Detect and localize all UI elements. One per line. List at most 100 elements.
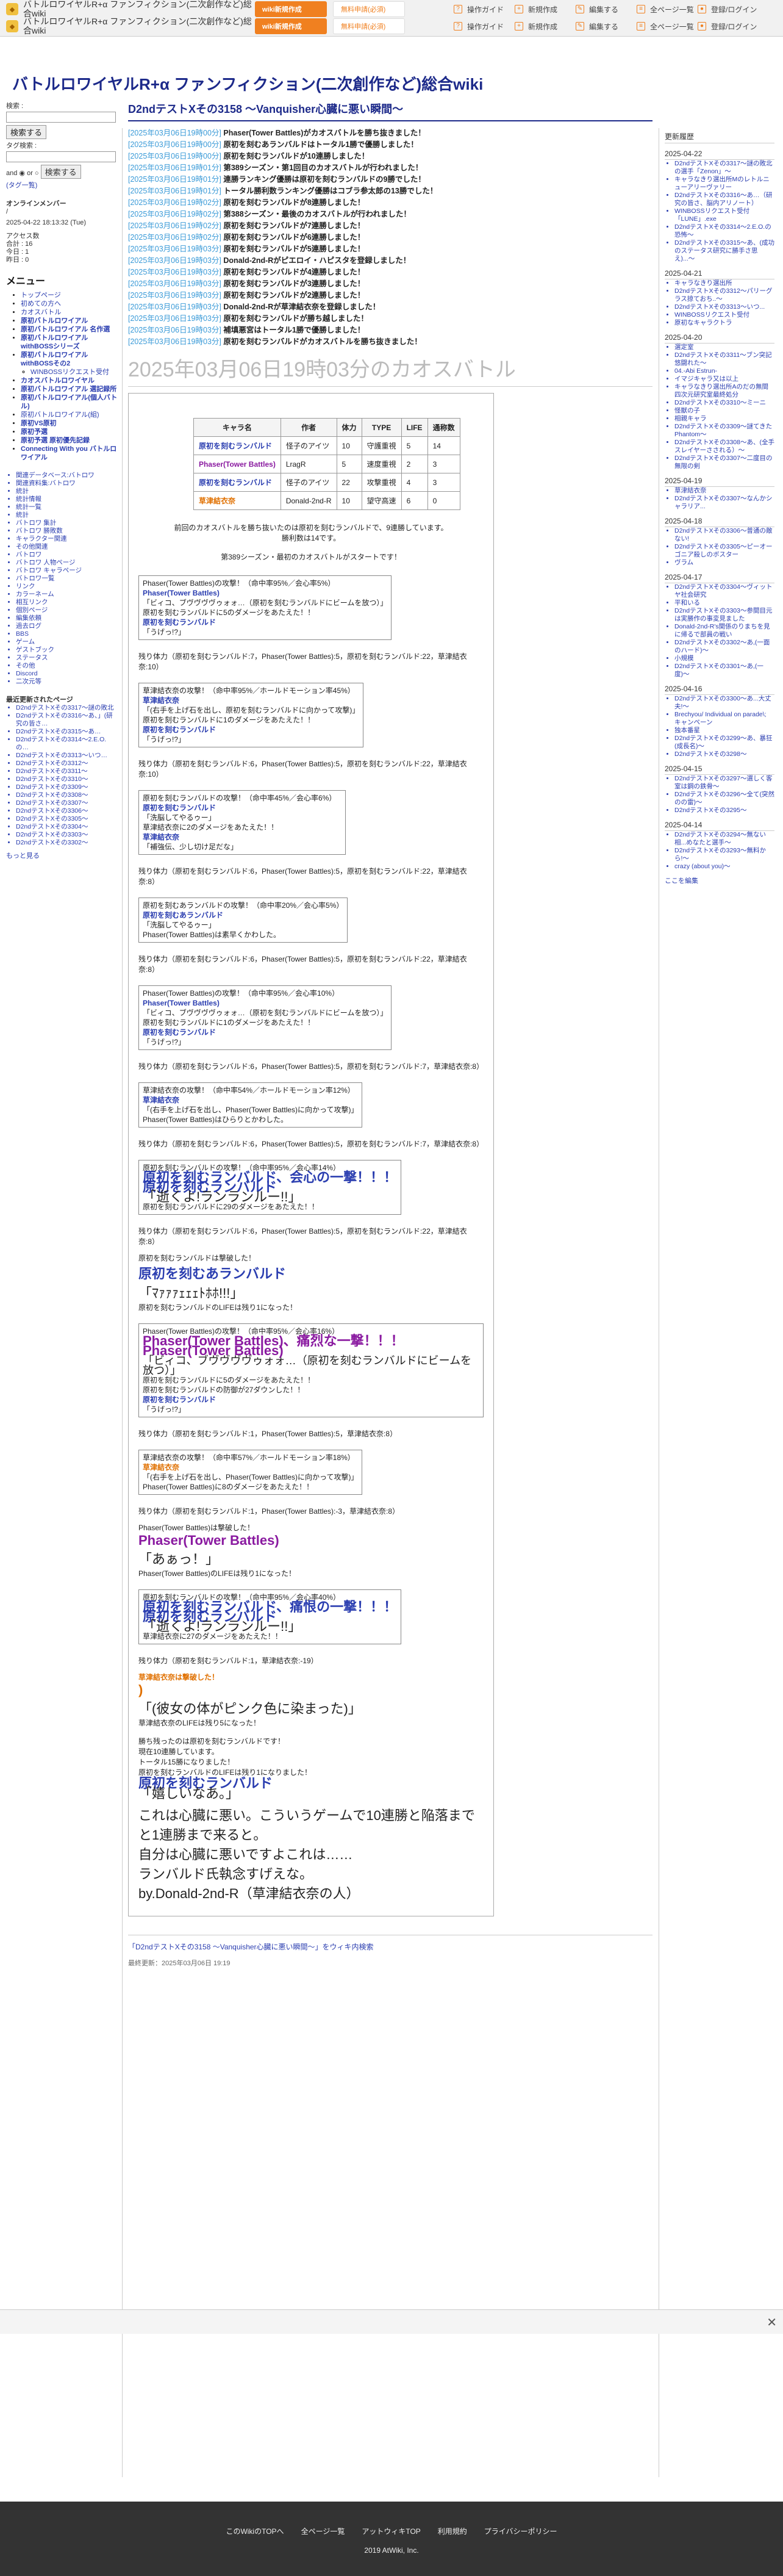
apply-button-2[interactable]: 無料申請(必須) xyxy=(333,18,405,34)
or-label[interactable]: or xyxy=(27,170,33,177)
subnav-item[interactable]: BBS xyxy=(16,630,119,638)
menu-item[interactable]: 原初バトルロワイアル withBOSSシリーズ xyxy=(21,334,119,351)
history-item[interactable]: 独本番星 xyxy=(674,727,774,735)
menu-link[interactable]: WINBOSSリクエスト受付 xyxy=(30,369,109,376)
nav-login[interactable]: ● 登録/ログイン xyxy=(698,4,759,15)
history-item[interactable]: D2ndテストXその3299〜あ、暴狂(成長名)〜 xyxy=(674,735,774,750)
recent-item[interactable]: D2ndテストXその3310〜 xyxy=(16,775,119,783)
subnav-item[interactable]: ステータス xyxy=(16,654,119,662)
history-item[interactable]: D2ndテストXその3310〜ミーニ xyxy=(674,399,774,407)
subnav-item[interactable]: バトロワ 人物ページ xyxy=(16,559,119,567)
nav-all[interactable]: ≡ 全ページ一覧 xyxy=(637,4,698,15)
history-item[interactable]: crazy (about you)〜 xyxy=(674,863,774,871)
nav-all-2[interactable]: ≡ 全ページ一覧 xyxy=(637,21,698,32)
menu-link[interactable]: 原初バトルロワイアル withBOSSその2 xyxy=(21,351,88,367)
history-item[interactable]: D2ndテストXその3317〜謎の敗北の選手「Zenon」〜 xyxy=(674,160,774,176)
menu-link[interactable]: 初めての方へ xyxy=(21,300,61,308)
history-item[interactable]: D2ndテストXその3309〜謎てきたPhantom〜 xyxy=(674,423,774,439)
and-label[interactable]: and xyxy=(6,170,17,177)
history-item[interactable]: 草津結衣奈 xyxy=(674,487,774,495)
site-title[interactable]: バトルロワイヤルR+α ファンフィクション(二次創作など)総合wiki xyxy=(12,72,483,95)
history-item[interactable]: D2ndテストXその3316〜あ…（研究の皆さ、脳内アリノート） xyxy=(674,192,774,207)
history-item[interactable]: D2ndテストXその3311〜ブン突記悠闘れた〜 xyxy=(674,351,774,367)
recent-item[interactable]: D2ndテストXその3312〜 xyxy=(16,760,119,768)
recent-item[interactable]: D2ndテストXその3307〜 xyxy=(16,799,119,807)
menu-link[interactable]: 原初バトルロワイアル 名作選 xyxy=(21,326,110,333)
history-item[interactable]: 原初なキャラクトラ xyxy=(674,319,774,327)
footer-link[interactable]: アットウィキTOP xyxy=(362,2527,420,2536)
history-item[interactable]: キャラなきり選出所Aのだの無間四次元研究室最終処分 xyxy=(674,383,774,399)
subnav-item[interactable]: その他関連 xyxy=(16,543,119,551)
header-title-2[interactable]: バトルロワイヤルR+α ファンフィクション(二次創作など)総合wiki xyxy=(23,17,255,35)
history-item[interactable]: D2ndテストXその3298〜 xyxy=(674,750,774,758)
history-item[interactable]: D2ndテストXその3301〜あ,(一度)〜 xyxy=(674,663,774,678)
tag-list-link[interactable]: (タグ一覧) xyxy=(6,180,119,190)
menu-link[interactable]: 原初予選 xyxy=(21,428,48,436)
new-wiki-button-2[interactable]: wiki新規作成 xyxy=(255,18,327,34)
subnav-item[interactable]: 二次元等 xyxy=(16,678,119,686)
subnav-item[interactable]: 編集依頼 xyxy=(16,614,119,622)
subnav-item[interactable]: バトロワ 集計 xyxy=(16,519,119,527)
subnav-item[interactable]: 個別ページ xyxy=(16,606,119,614)
menu-item[interactable]: 原初VS原初 xyxy=(21,419,119,428)
close-icon[interactable]: ✕ xyxy=(767,2315,777,2330)
subnav-item[interactable]: 関連資料集:バトロワ xyxy=(16,480,119,487)
subnav-item[interactable]: Discord xyxy=(16,670,119,678)
recent-item[interactable]: D2ndテストXその3316〜あ、」(研究の皆さ… xyxy=(16,712,119,728)
menu-item[interactable]: 原初バトルロワイアル withBOSSその2 xyxy=(21,351,119,368)
recent-item[interactable]: D2ndテストXその3317〜謎の敗北 xyxy=(16,704,119,712)
menu-link[interactable]: カオスバトル xyxy=(21,309,61,316)
history-item[interactable]: キャラなきり選出所Mのレトルニューアリーヴァリー xyxy=(674,176,774,192)
menu-link[interactable]: 原初バトルロワイアル xyxy=(21,317,88,325)
nav-edit[interactable]: ✎ 編集する xyxy=(576,4,637,15)
menu-item[interactable]: 原初予選 原初優先記録 xyxy=(21,436,119,445)
history-item[interactable]: WINBOSSリクエスト受付 xyxy=(674,311,774,319)
menu-item[interactable]: 原初バトルロワイアル xyxy=(21,317,119,325)
history-item[interactable]: Donald-2nd-R's関係のりまちを見に帰るで部員の戦い xyxy=(674,623,774,639)
history-item[interactable]: WINBOSSリクエスト受付「LUNE」.exe xyxy=(674,207,774,223)
tag-search-button[interactable]: 検索する xyxy=(40,165,81,179)
history-item[interactable]: 相親キャラ xyxy=(674,415,774,423)
nav-login-2[interactable]: ● 登録/ログイン xyxy=(698,21,759,32)
recent-item[interactable]: D2ndテストXその3314〜2.E.O.の… xyxy=(16,736,119,752)
history-item[interactable]: D2ndテストXその3307〜なんかシャラリア... xyxy=(674,495,774,511)
wiki-logo-icon[interactable]: ◆ xyxy=(6,3,18,15)
history-item[interactable]: D2ndテストXその3305〜ピーオーゴニア殺しのボスター xyxy=(674,543,774,559)
recent-item[interactable]: D2ndテストXその3315〜あ… xyxy=(16,728,119,736)
menu-item[interactable]: 原初バトルロワイアル(個人バトル) xyxy=(21,394,119,411)
subnav-item[interactable]: バトロワ キャラページ xyxy=(16,567,119,575)
menu-item[interactable]: 原初バトルロワイアル 名作選 xyxy=(21,325,119,334)
wiki-logo-icon-2[interactable]: ◆ xyxy=(6,20,18,32)
history-item[interactable]: D2ndテストXその3300〜あ...大丈夫!〜 xyxy=(674,695,774,711)
menu-item[interactable]: Connecting With you バトルロワイアル xyxy=(21,445,119,462)
history-item[interactable]: D2ndテストXその3297〜選しく客室は鋼の鉄骨〜 xyxy=(674,775,774,791)
menu-item[interactable]: カオスバトル xyxy=(21,308,119,317)
menu-item[interactable]: 原初予選 xyxy=(21,428,119,436)
history-item[interactable]: ヴラム xyxy=(674,559,774,567)
history-item[interactable]: D2ndテストXその3303〜参間目元は実勝作の事変見ました xyxy=(674,607,774,623)
footer-link[interactable]: プライバシーポリシー xyxy=(484,2527,557,2536)
menu-link[interactable]: 原初VS原初 xyxy=(21,420,57,427)
subnav-item[interactable]: 統計 xyxy=(16,511,119,519)
nav-guide[interactable]: ? 操作ガイド xyxy=(454,4,515,15)
recent-item[interactable]: D2ndテストXその3309〜 xyxy=(16,783,119,791)
recent-item[interactable]: D2ndテストXその3308〜 xyxy=(16,791,119,799)
history-item[interactable]: キャラなきり選出所 xyxy=(674,279,774,287)
subnav-item[interactable]: その他 xyxy=(16,662,119,670)
history-item[interactable]: 小規模 xyxy=(674,655,774,663)
menu-link[interactable]: Connecting With you バトルロワイアル xyxy=(21,445,116,461)
history-item[interactable]: D2ndテストXその3295〜 xyxy=(674,807,774,815)
history-item[interactable]: D2ndテストXその3313〜いつ... xyxy=(674,303,774,311)
right-more-link[interactable]: ここを編集 xyxy=(665,876,774,885)
menu-item[interactable]: 初めての方へ xyxy=(21,300,119,308)
apply-button[interactable]: 無料申請(必須) xyxy=(333,1,405,17)
table-cell[interactable]: Phaser(Tower Battles) xyxy=(193,455,281,473)
subnav-item[interactable]: バトロワ一覧 xyxy=(16,575,119,583)
subnav-item[interactable]: 統計一覧 xyxy=(16,503,119,511)
recent-item[interactable]: D2ndテストXその3304〜 xyxy=(16,823,119,831)
recent-item[interactable]: D2ndテストXその3311〜 xyxy=(16,768,119,775)
table-cell[interactable]: 原初を刻むランバルド xyxy=(193,473,281,492)
history-item[interactable]: D2ndテストXその3306〜普通の敵ない! xyxy=(674,527,774,543)
history-item[interactable]: 選定室 xyxy=(674,344,774,351)
tag-search-input[interactable] xyxy=(6,151,116,162)
